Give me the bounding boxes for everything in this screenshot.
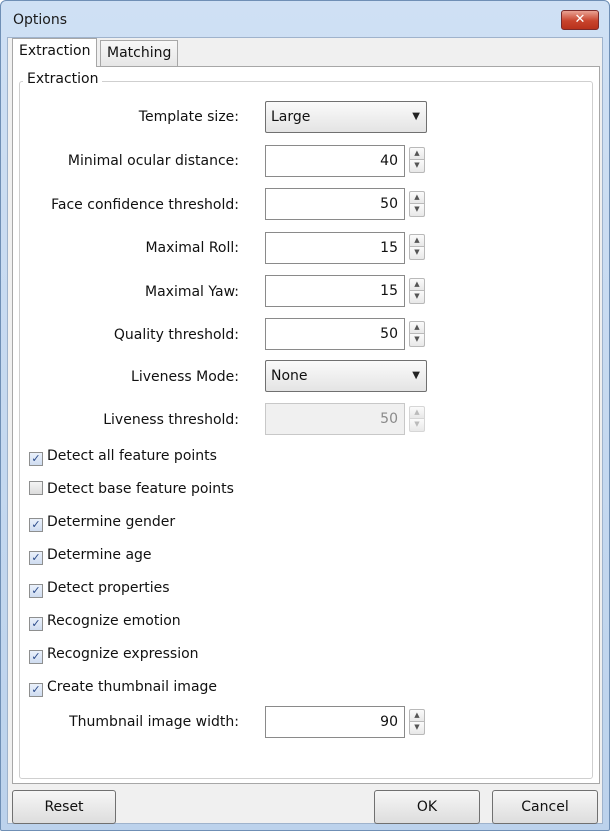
spin-up-icon[interactable]: ▲ [409, 147, 425, 160]
max-roll-label: Maximal Roll: [145, 240, 239, 256]
quality-threshold-stepper[interactable]: ▲ ▼ [409, 321, 425, 347]
spin-up-icon[interactable]: ▲ [409, 234, 425, 247]
options-window: Options ✕ Extraction Matching Extraction… [0, 0, 610, 831]
spin-down-icon[interactable]: ▼ [409, 722, 425, 735]
liveness-mode-value: None [271, 368, 308, 384]
liveness-threshold-label: Liveness threshold: [103, 412, 239, 428]
checkbox-checked-icon[interactable]: ✓ [29, 518, 43, 532]
chevron-down-icon: ▼ [412, 370, 420, 381]
face-confidence-stepper[interactable]: ▲ ▼ [409, 191, 425, 217]
close-icon: ✕ [574, 12, 586, 27]
checkbox-label: Recognize expression [47, 646, 199, 662]
checkbox-detect-base-feature-points[interactable]: Detect base feature points [29, 480, 234, 500]
reset-button[interactable]: Reset [12, 790, 116, 824]
quality-threshold-label: Quality threshold: [113, 327, 239, 343]
checkbox-checked-icon[interactable]: ✓ [29, 650, 43, 664]
face-confidence-label: Face confidence threshold: [51, 197, 239, 213]
extraction-group-label: Extraction [23, 71, 103, 87]
template-size-combo[interactable]: Large ▼ [265, 101, 427, 133]
max-yaw-input[interactable]: 15 [265, 275, 405, 307]
min-ocular-distance-input[interactable]: 40 [265, 145, 405, 177]
ok-button[interactable]: OK [374, 790, 480, 824]
cancel-button[interactable]: Cancel [492, 790, 598, 824]
checkbox-label: Determine age [47, 547, 152, 563]
checkbox-create-thumbnail-image[interactable]: ✓ Create thumbnail image [29, 678, 217, 698]
max-roll-stepper[interactable]: ▲ ▼ [409, 234, 425, 260]
checkbox-label: Determine gender [47, 514, 176, 530]
spin-down-icon[interactable]: ▼ [409, 291, 425, 304]
thumbnail-width-input[interactable]: 90 [265, 706, 405, 738]
thumbnail-width-label: Thumbnail image width: [69, 714, 239, 730]
close-button[interactable]: ✕ [561, 10, 599, 30]
checkbox-label: Detect base feature points [47, 481, 234, 497]
spin-up-icon: ▲ [409, 406, 425, 419]
extraction-tab-panel: Extraction Template size: Large ▼ Minima… [12, 66, 600, 784]
checkbox-label: Create thumbnail image [47, 679, 218, 695]
spin-up-icon[interactable]: ▲ [409, 191, 425, 204]
checkbox-label: Recognize emotion [47, 613, 181, 629]
liveness-mode-combo[interactable]: None ▼ [265, 360, 427, 392]
checkbox-label: Detect all feature points [47, 448, 217, 464]
liveness-threshold-input: 50 [265, 403, 405, 435]
checkbox-detect-all-feature-points[interactable]: ✓ Detect all feature points [29, 447, 217, 467]
checkbox-label: Detect properties [47, 580, 170, 596]
tab-extraction[interactable]: Extraction [12, 38, 98, 67]
checkbox-recognize-emotion[interactable]: ✓ Recognize emotion [29, 612, 181, 632]
window-title: Options [13, 12, 68, 28]
chevron-down-icon: ▼ [412, 111, 420, 122]
liveness-mode-label: Liveness Mode: [131, 369, 239, 385]
spin-down-icon[interactable]: ▼ [409, 247, 425, 260]
checkbox-checked-icon[interactable]: ✓ [29, 617, 43, 631]
title-bar[interactable]: Options ✕ [1, 1, 609, 37]
max-yaw-stepper[interactable]: ▲ ▼ [409, 278, 425, 304]
min-ocular-distance-label: Minimal ocular distance: [67, 153, 239, 169]
spin-up-icon[interactable]: ▲ [409, 278, 425, 291]
spin-up-icon[interactable]: ▲ [409, 709, 425, 722]
checkbox-unchecked-icon[interactable] [29, 481, 43, 495]
spin-down-icon[interactable]: ▼ [409, 334, 425, 347]
spin-down-icon[interactable]: ▼ [409, 160, 425, 173]
template-size-label: Template size: [138, 109, 239, 125]
checkbox-determine-gender[interactable]: ✓ Determine gender [29, 513, 175, 533]
spin-down-icon: ▼ [409, 419, 425, 432]
quality-threshold-input[interactable]: 50 [265, 318, 405, 350]
spin-up-icon[interactable]: ▲ [409, 321, 425, 334]
checkbox-checked-icon[interactable]: ✓ [29, 584, 43, 598]
checkbox-checked-icon[interactable]: ✓ [29, 452, 43, 466]
min-ocular-distance-stepper[interactable]: ▲ ▼ [409, 147, 425, 173]
checkbox-checked-icon[interactable]: ✓ [29, 551, 43, 565]
max-roll-input[interactable]: 15 [265, 232, 405, 264]
max-yaw-label: Maximal Yaw: [145, 284, 239, 300]
tab-matching[interactable]: Matching [100, 40, 179, 66]
dialog-client-area: Extraction Matching Extraction Template … [7, 37, 603, 824]
liveness-threshold-stepper: ▲ ▼ [409, 406, 425, 432]
thumbnail-width-stepper[interactable]: ▲ ▼ [409, 709, 425, 735]
checkbox-checked-icon[interactable]: ✓ [29, 683, 43, 697]
face-confidence-input[interactable]: 50 [265, 188, 405, 220]
checkbox-recognize-expression[interactable]: ✓ Recognize expression [29, 645, 199, 665]
checkbox-detect-properties[interactable]: ✓ Detect properties [29, 579, 170, 599]
template-size-value: Large [271, 109, 311, 125]
checkbox-determine-age[interactable]: ✓ Determine age [29, 546, 152, 566]
spin-down-icon[interactable]: ▼ [409, 204, 425, 217]
